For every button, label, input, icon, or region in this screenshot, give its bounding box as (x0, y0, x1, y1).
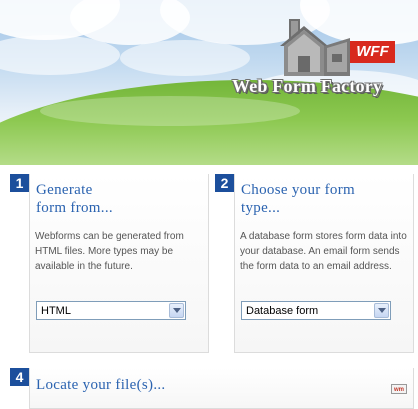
select-value: HTML (41, 305, 71, 317)
header-banner: WFF Web Form Factory (0, 0, 418, 165)
step-number-badge: 2 (215, 174, 234, 192)
step-description: Webforms can be generated from HTML file… (35, 231, 184, 272)
step-number-badge: 1 (10, 174, 29, 192)
dropdown-button[interactable] (169, 303, 184, 318)
step-heading-line: Choose your form (241, 182, 355, 198)
step-heading-line: form from... (36, 200, 113, 216)
step-heading: Locate your file(s)... (36, 377, 166, 393)
select-value: Database form (246, 305, 319, 317)
step-number-badge: 4 (10, 368, 29, 386)
cloud (120, 40, 250, 76)
wm-badge: wm (391, 384, 407, 394)
source-type-select[interactable]: HTML (36, 301, 186, 320)
step-heading: Generate form from... (36, 181, 201, 217)
dropdown-button[interactable] (374, 303, 389, 318)
step-description: A database form stores form data into yo… (240, 231, 407, 272)
brand-name: Web Form Factory (232, 76, 383, 96)
chevron-down-icon (378, 308, 386, 313)
step-heading: Choose your form type... (241, 181, 411, 217)
hill-highlight (40, 96, 300, 126)
step-heading-line: type... (241, 200, 281, 216)
cloud (0, 35, 120, 75)
chevron-down-icon (173, 308, 181, 313)
form-type-select[interactable]: Database form (241, 301, 391, 320)
wff-badge: WFF (350, 41, 395, 63)
step-heading-line: Generate (36, 182, 93, 198)
